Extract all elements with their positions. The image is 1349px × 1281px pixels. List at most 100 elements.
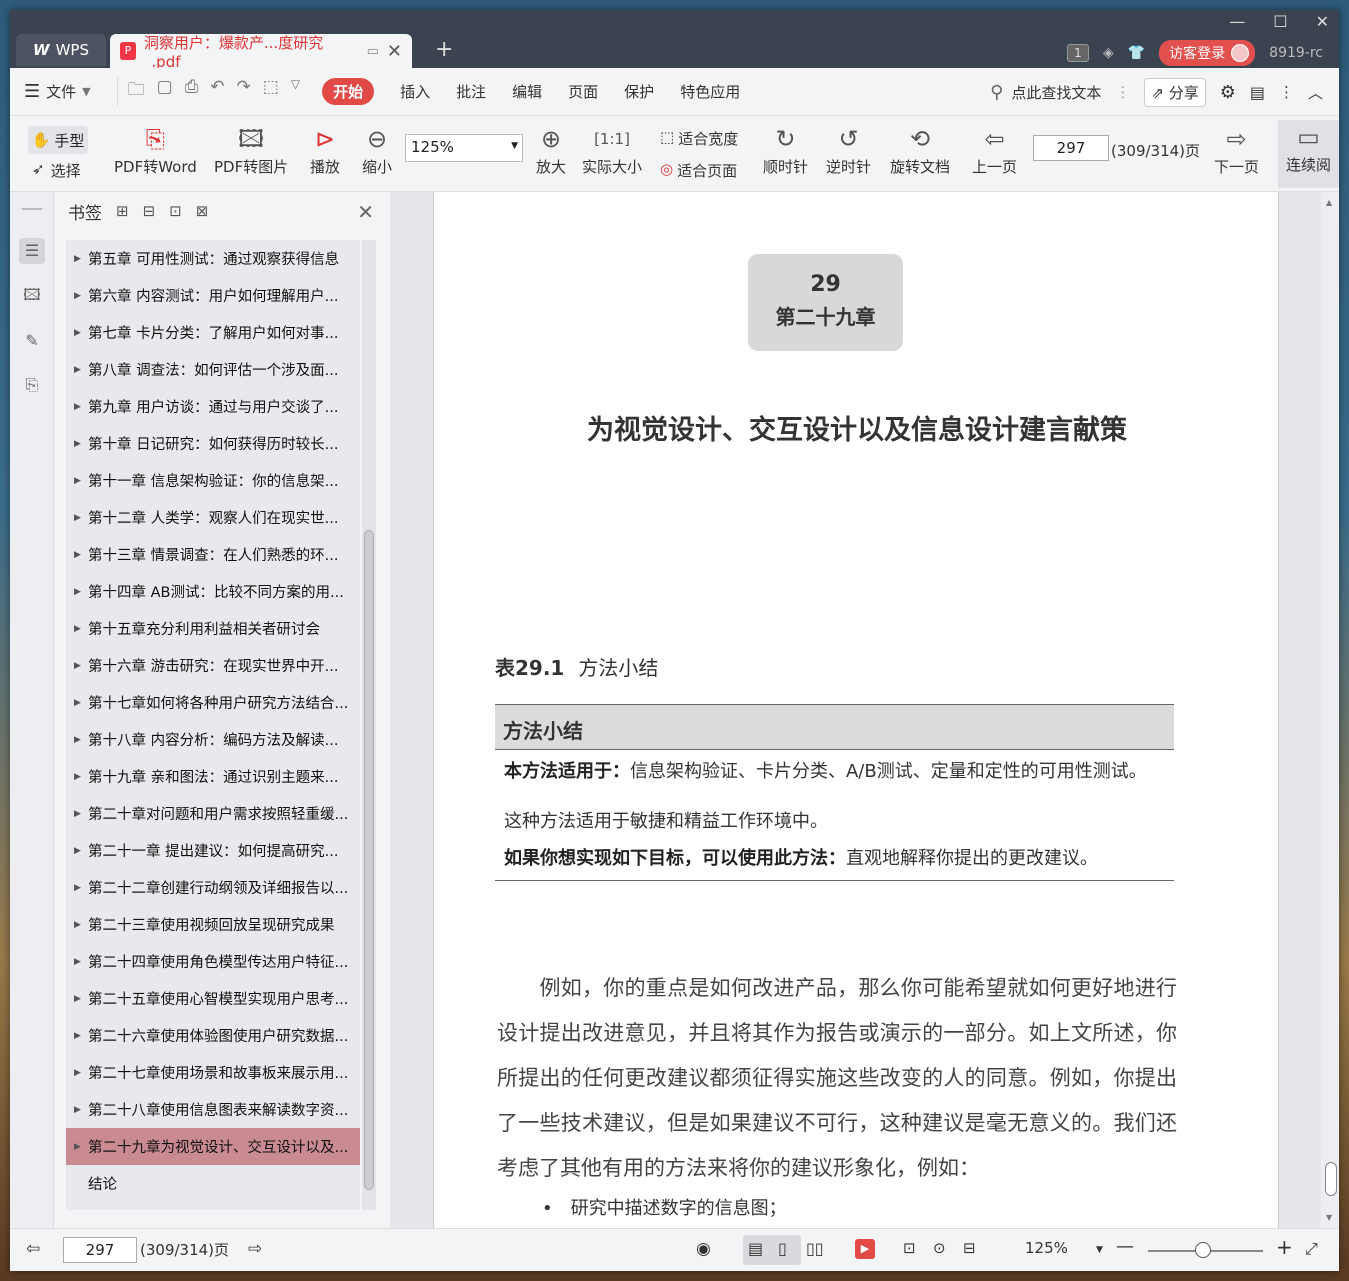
- bookmark-item[interactable]: ▶ 第七章 卡片分类：了解用户如何对事...: [66, 314, 360, 351]
- status-zoom-out-icon[interactable]: —: [1116, 1236, 1134, 1257]
- export-icon[interactable]: ⬚: [263, 77, 279, 106]
- print-icon[interactable]: ⎙: [185, 77, 199, 106]
- thumbnail-panel-icon[interactable]: 🖾: [19, 282, 45, 308]
- redo-icon[interactable]: ↷: [237, 77, 251, 106]
- bookmark-item[interactable]: ▶ 第二十章对问题和用户需求按照轻重缓...: [66, 795, 360, 832]
- bookmark-item[interactable]: ▶ 第二十一章 提出建议：如何提高研究...: [66, 832, 360, 869]
- bookmark-item[interactable]: ▶ 第五章 可用性测试：通过观察获得信息: [66, 240, 360, 277]
- hand-tool-button[interactable]: ✋ 手型: [28, 126, 88, 154]
- bookmark-item[interactable]: ▶ 第十七章如何将各种用户研究方法结合...: [66, 684, 360, 721]
- fit-page-status-icon[interactable]: ⊙: [933, 1239, 946, 1257]
- status-zoom-value[interactable]: 125%: [1025, 1239, 1068, 1257]
- tab-insert[interactable]: 插入: [400, 81, 430, 102]
- bookmark-item[interactable]: ▶ 第六章 内容测试：用户如何理解用户...: [66, 277, 360, 314]
- wps-home-tab[interactable]: W WPS: [16, 34, 106, 66]
- gear-icon[interactable]: ⚙: [1220, 82, 1236, 103]
- fit-width-button[interactable]: ⬚ 适合宽度: [660, 128, 738, 149]
- bookmark-item[interactable]: ▶ 第九章 用户访谈：通过与用户交谈了...: [66, 388, 360, 425]
- tab-edit[interactable]: 编辑: [512, 81, 542, 102]
- double-page-view-icon[interactable]: ▯▯: [806, 1239, 824, 1258]
- expand-arrow-icon[interactable]: ▶: [74, 846, 88, 856]
- expand-arrow-icon[interactable]: ▶: [74, 291, 88, 301]
- window-count-badge[interactable]: 1: [1066, 44, 1089, 62]
- save-icon[interactable]: ▢: [157, 77, 173, 106]
- bookmark-item[interactable]: 结论: [66, 1165, 360, 1202]
- document-tab[interactable]: P 洞察用户：爆款产...度研究_.pdf ▭ ✕: [110, 34, 412, 71]
- rotate-document-button[interactable]: ⟲ 旋转文档: [890, 122, 950, 177]
- bookmark-item[interactable]: ▶ 第二十八章使用信息图表来解读数字资...: [66, 1091, 360, 1128]
- fit-width-status-icon[interactable]: ⊟: [963, 1239, 976, 1257]
- play-button[interactable]: ⊳ 播放: [310, 122, 340, 177]
- tab-page[interactable]: 页面: [568, 81, 598, 102]
- expand-arrow-icon[interactable]: ▶: [74, 587, 88, 597]
- document-scrollbar[interactable]: ▲ ▼: [1321, 192, 1339, 1228]
- expand-arrow-icon[interactable]: ▶: [74, 254, 88, 264]
- expand-arrow-icon[interactable]: ▶: [74, 624, 88, 634]
- zoom-dropdown-icon[interactable]: ▼: [1096, 1245, 1103, 1255]
- bookmark-settings-icon[interactable]: ⊠: [196, 202, 209, 220]
- actual-size-status-icon[interactable]: ⊡: [903, 1239, 916, 1257]
- fit-page-button[interactable]: ◎ 适合页面: [660, 160, 737, 181]
- close-tab-icon[interactable]: ✕: [387, 41, 402, 62]
- comment-icon[interactable]: ▤: [1250, 83, 1265, 102]
- expand-arrow-icon[interactable]: ▶: [74, 994, 88, 1004]
- expand-arrow-icon[interactable]: ▶: [74, 809, 88, 819]
- select-tool-button[interactable]: ➶ 选择: [32, 160, 81, 181]
- add-bookmark-icon[interactable]: ⊡: [169, 202, 182, 220]
- pdf-to-image-button[interactable]: 🖾 PDF转图片: [214, 122, 288, 177]
- eye-protect-icon[interactable]: ◉: [696, 1239, 711, 1259]
- status-prev-page-icon[interactable]: ⇦: [26, 1239, 40, 1259]
- collapse-all-icon[interactable]: ⊟: [143, 202, 156, 220]
- document-scroll-thumb[interactable]: [1325, 1162, 1337, 1196]
- expand-arrow-icon[interactable]: ▶: [74, 735, 88, 745]
- expand-arrow-icon[interactable]: ▶: [74, 920, 88, 930]
- scroll-down-icon[interactable]: ▼: [1326, 1213, 1332, 1222]
- attachment-panel-icon[interactable]: ⎘: [19, 372, 45, 398]
- expand-all-icon[interactable]: ⊞: [116, 202, 129, 220]
- more-dropdown-icon[interactable]: ▽: [291, 77, 300, 106]
- expand-arrow-icon[interactable]: ▶: [74, 883, 88, 893]
- new-tab-icon[interactable]: +: [435, 37, 453, 62]
- zoom-slider-knob[interactable]: [1195, 1242, 1211, 1258]
- continuous-view-icon[interactable]: ▯: [778, 1239, 787, 1258]
- open-folder-icon[interactable]: 🗀: [128, 77, 145, 106]
- expand-arrow-icon[interactable]: ▶: [74, 772, 88, 782]
- more-icon[interactable]: ⋮: [1279, 83, 1294, 101]
- continuous-read-button[interactable]: ▭ 连续阅: [1278, 120, 1339, 188]
- rotate-counter-clockwise-button[interactable]: ↺ 逆时针: [826, 122, 871, 177]
- minimize-icon[interactable]: —: [1229, 12, 1245, 31]
- tab-comment[interactable]: 批注: [456, 81, 486, 102]
- drag-handle[interactable]: [22, 208, 42, 210]
- pdf-to-word-button[interactable]: ⎘ PDF转Word: [114, 122, 197, 177]
- page-number-input[interactable]: 297: [1033, 135, 1109, 161]
- annotation-panel-icon[interactable]: ✎: [19, 328, 45, 354]
- rotate-clockwise-button[interactable]: ↻ 顺时针: [763, 122, 808, 177]
- cloud-icon[interactable]: ◈: [1103, 45, 1114, 61]
- expand-arrow-icon[interactable]: ▶: [74, 957, 88, 967]
- kebab-icon[interactable]: ⋮: [1115, 83, 1130, 101]
- expand-arrow-icon[interactable]: ▶: [74, 1105, 88, 1115]
- expand-arrow-icon[interactable]: ▶: [74, 661, 88, 671]
- expand-arrow-icon[interactable]: ▶: [74, 439, 88, 449]
- expand-arrow-icon[interactable]: ▶: [74, 698, 88, 708]
- actual-size-button[interactable]: [1:1] 实际大小: [582, 122, 642, 177]
- zoom-in-button[interactable]: ⊕ 放大: [536, 122, 566, 177]
- bookmark-item[interactable]: ▶ 第八章 调查法：如何评估一个涉及面...: [66, 351, 360, 388]
- bookmark-item[interactable]: ▶ 第十五章充分利用利益相关者研讨会: [66, 610, 360, 647]
- bookmark-item[interactable]: ▶ 第十章 日记研究：如何获得历时较长...: [66, 425, 360, 462]
- bookmark-item[interactable]: ▶ 第二十二章创建行动纲领及详细报告以...: [66, 869, 360, 906]
- close-window-icon[interactable]: ✕: [1316, 12, 1329, 31]
- next-page-button[interactable]: ⇨ 下一页: [1214, 122, 1259, 177]
- guest-login-button[interactable]: 访客登录: [1159, 40, 1256, 66]
- bookmark-item[interactable]: ▶ 第二十九章为视觉设计、交互设计以及...: [66, 1128, 360, 1165]
- expand-arrow-icon[interactable]: ▶: [74, 402, 88, 412]
- bookmark-item[interactable]: ▶ 第二十三章使用视频回放呈现研究成果: [66, 906, 360, 943]
- screen-icon[interactable]: ▭: [367, 44, 379, 59]
- expand-arrow-icon[interactable]: ▶: [74, 476, 88, 486]
- undo-icon[interactable]: ↶: [210, 77, 224, 106]
- status-next-page-icon[interactable]: ⇨: [248, 1239, 262, 1259]
- scroll-up-icon[interactable]: ▲: [1326, 198, 1332, 207]
- search-text-button[interactable]: ⚲ 点此查找文本: [990, 82, 1101, 103]
- maximize-icon[interactable]: ☐: [1273, 12, 1287, 31]
- single-page-view-icon[interactable]: ▤: [748, 1239, 763, 1258]
